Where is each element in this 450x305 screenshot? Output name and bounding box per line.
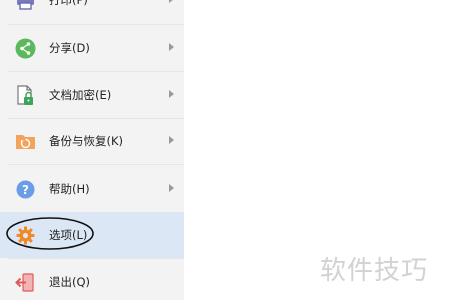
menu-item-backup-restore[interactable]: 备份与恢复(K) [0,118,184,164]
menu-item-document-encryption[interactable]: 文档加密(E) [0,72,184,118]
menu-item-label: 打印(P) [49,0,88,7]
help-icon: ? [15,179,36,200]
menu-item-label: 分享(D) [49,41,90,55]
menu-item-label: 选项(L) [49,228,88,242]
exit-icon [15,272,36,293]
svg-text:?: ? [22,183,29,197]
chevron-right-icon [169,90,174,98]
menu-item-label: 文档加密(E) [49,88,112,102]
share-icon [15,38,36,59]
menu-item-label: 帮助(H) [49,182,90,196]
file-menu: 打印(P) 分享(D) 文档加密(E) 备份与恢复(K) ? 帮助(H) 选项(… [0,0,184,300]
menu-item-help[interactable]: ? 帮助(H) [0,166,184,212]
backup-restore-icon [15,131,36,152]
menu-item-options[interactable]: 选项(L) [0,212,184,258]
menu-item-share[interactable]: 分享(D) [0,25,184,71]
chevron-right-icon [169,136,174,144]
gear-icon [15,225,36,246]
chevron-right-icon [169,0,174,3]
watermark: 软件技巧 [320,256,429,286]
menu-item-label: 备份与恢复(K) [49,134,124,148]
menu-item-label: 退出(Q) [49,275,91,289]
chevron-right-icon [169,43,174,51]
menu-item-print[interactable]: 打印(P) [0,0,184,23]
menu-item-exit[interactable]: 退出(Q) [0,259,184,305]
chevron-right-icon [169,184,174,192]
document-lock-icon [15,85,36,106]
menu-divider [8,164,184,165]
printer-icon [15,0,36,11]
